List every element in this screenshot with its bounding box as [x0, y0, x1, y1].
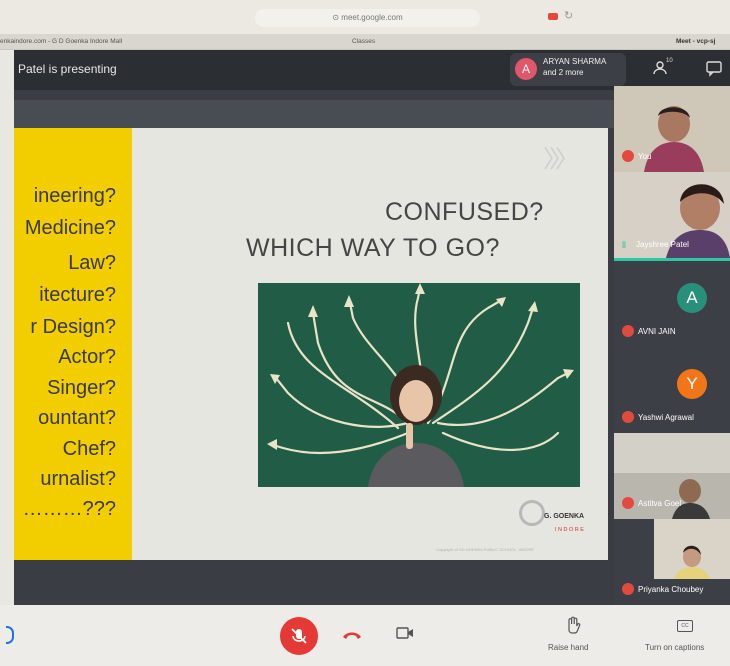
profession-item: Singer?	[47, 377, 116, 399]
tab-classes[interactable]: Classes	[352, 34, 412, 49]
participant-tile[interactable]: Priyanka Choubey	[614, 519, 730, 605]
lock-icon: ⊙	[332, 13, 342, 22]
chevron-decoration-icon: 〉〉〉	[543, 146, 579, 173]
avatar: A	[515, 58, 537, 80]
profession-item: r Design?	[30, 316, 116, 338]
participant-tile[interactable]: Y Yashwi Agrawal	[614, 347, 730, 433]
school-logo-icon	[519, 500, 545, 526]
profession-item: ………???	[22, 498, 116, 520]
phone-hangup-icon	[343, 632, 361, 639]
participant-name: Astitva Goel	[638, 499, 682, 508]
mic-off-icon	[622, 411, 634, 423]
profession-item: urnalist?	[40, 468, 116, 490]
profession-item: Medicine?	[24, 217, 116, 239]
profession-item: Actor?	[58, 346, 116, 368]
mic-off-icon	[622, 497, 634, 509]
avatar: Y	[677, 369, 707, 399]
stage-strip	[14, 100, 614, 128]
profession-list: ineering? Medicine? Law? itecture? r Des…	[14, 128, 116, 560]
mic-off-icon	[622, 325, 634, 337]
participant-tile[interactable]: ⦀ Jayshree Patel	[614, 172, 730, 261]
participant-name: Priyanka Choubey	[638, 585, 704, 594]
url-text: meet.google.com	[341, 13, 403, 22]
captions-label[interactable]: Turn on captions	[645, 643, 704, 652]
slide-photo	[258, 283, 580, 487]
profession-item: ineering?	[33, 185, 116, 207]
hang-up-button[interactable]	[341, 628, 363, 646]
tab-goenka[interactable]: enkaindore.com - G D Goenka Indore Mall	[0, 34, 240, 49]
speaking-icon: ⦀	[622, 240, 626, 250]
presenter-more: and 2 more	[543, 68, 584, 77]
meeting-controls-bar	[0, 605, 730, 666]
address-bar[interactable]: ⊙ meet.google.com	[255, 9, 480, 27]
tab-strip: enkaindore.com - G D Goenka Indore Mall …	[0, 34, 730, 50]
profession-item: Chef?	[62, 438, 116, 460]
slide-copyright: Copyright of GD GOENKA PUBLIC SCHOOL, IN…	[436, 547, 535, 552]
camera-toggle-button[interactable]	[396, 626, 414, 645]
profession-item: Law?	[68, 252, 116, 274]
captions-icon[interactable]: CC	[677, 620, 693, 632]
camera-icon	[396, 627, 413, 639]
profession-item: itecture?	[39, 284, 116, 306]
mic-off-icon	[622, 583, 634, 595]
profession-item: ountant?	[38, 407, 116, 429]
participant-name: AVNI JAIN	[638, 327, 676, 336]
avatar: A	[677, 283, 707, 313]
presenting-label: Patel is presenting	[18, 62, 117, 76]
raise-hand-icon[interactable]	[565, 616, 581, 639]
participant-name: Yashwi Agrawal	[638, 413, 694, 422]
participant-name: Jayshree Patel	[636, 240, 689, 249]
mic-toggle-button[interactable]	[280, 617, 318, 655]
participant-tile[interactable]: A AVNI JAIN	[614, 261, 730, 347]
mic-off-icon	[622, 150, 634, 162]
logo-subtext: INDORE	[555, 527, 586, 533]
reload-icon[interactable]: ↻	[564, 10, 576, 22]
participant-tile[interactable]: You	[614, 86, 730, 172]
tab-meet[interactable]: Meet - vcp-sj	[676, 34, 730, 49]
people-count: 10	[666, 58, 673, 64]
slide-title-line1: CONFUSED?	[385, 198, 544, 226]
slide-title-line2: WHICH WAY TO GO?	[246, 234, 500, 262]
chat-icon[interactable]	[704, 58, 724, 78]
presenter-names: ARYAN SHARMA and 2 more	[543, 56, 606, 78]
camera-in-use-icon	[548, 13, 558, 20]
people-icon[interactable]: 10	[652, 58, 673, 78]
participant-tile[interactable]: Astitva Goel	[614, 433, 730, 519]
raise-hand-label[interactable]: Raise hand	[548, 643, 588, 652]
participant-name: You	[638, 152, 652, 161]
presenter-name: ARYAN SHARMA	[543, 57, 607, 66]
logo-text: G. GOENKA	[544, 513, 585, 520]
